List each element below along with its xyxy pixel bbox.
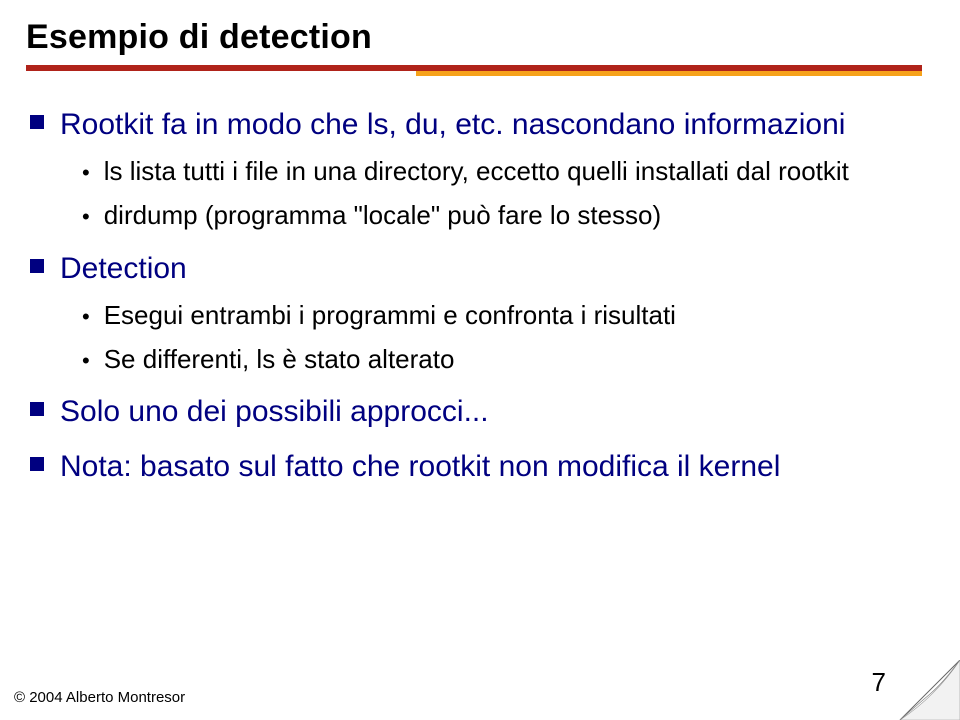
dot-bullet-icon: • [82, 206, 90, 228]
section-3: Nota: basato sul fatto che rootkit non m… [30, 447, 924, 486]
list-item-text: Se differenti, ls è stato alterato [104, 342, 455, 376]
slide: Esempio di detection Rootkit fa in modo … [0, 0, 960, 720]
dot-bullet-icon: • [82, 350, 90, 372]
list-item-text: ls lista tutti i file in una directory, … [104, 154, 849, 188]
dot-bullet-icon: • [82, 162, 90, 184]
square-bullet-icon [30, 402, 44, 416]
list-item: • Se differenti, ls è stato alterato [82, 342, 924, 376]
page-number: 7 [872, 667, 886, 698]
footer-copyright: © 2004 Alberto Montresor [14, 689, 185, 706]
section-heading: Rootkit fa in modo che ls, du, etc. nasc… [30, 105, 924, 144]
slide-title: Esempio di detection [26, 18, 934, 57]
list-item-text: Esegui entrambi i programmi e confronta … [104, 298, 676, 332]
section-heading-text: Nota: basato sul fatto che rootkit non m… [60, 447, 780, 486]
list-item: • dirdump (programma "locale" può fare l… [82, 198, 924, 232]
section-heading: Solo uno dei possibili approcci... [30, 392, 924, 431]
section-heading: Detection [30, 249, 924, 288]
square-bullet-icon [30, 115, 44, 129]
list-item: • Esegui entrambi i programmi e confront… [82, 298, 924, 332]
square-bullet-icon [30, 259, 44, 273]
rule-orange [416, 71, 922, 76]
section-0: Rootkit fa in modo che ls, du, etc. nasc… [30, 105, 924, 233]
dot-bullet-icon: • [82, 306, 90, 328]
page-curl-icon [896, 660, 960, 720]
section-heading-text: Rootkit fa in modo che ls, du, etc. nasc… [60, 105, 845, 144]
section-1: Detection • Esegui entrambi i programmi … [30, 249, 924, 377]
title-rule [26, 65, 934, 79]
section-heading-text: Detection [60, 249, 187, 288]
list-item-text: dirdump (programma "locale" può fare lo … [104, 198, 661, 232]
section-heading: Nota: basato sul fatto che rootkit non m… [30, 447, 924, 486]
square-bullet-icon [30, 457, 44, 471]
list-item: • ls lista tutti i file in una directory… [82, 154, 924, 188]
section-heading-text: Solo uno dei possibili approcci... [60, 392, 489, 431]
section-2: Solo uno dei possibili approcci... [30, 392, 924, 431]
slide-content: Rootkit fa in modo che ls, du, etc. nasc… [26, 105, 934, 486]
